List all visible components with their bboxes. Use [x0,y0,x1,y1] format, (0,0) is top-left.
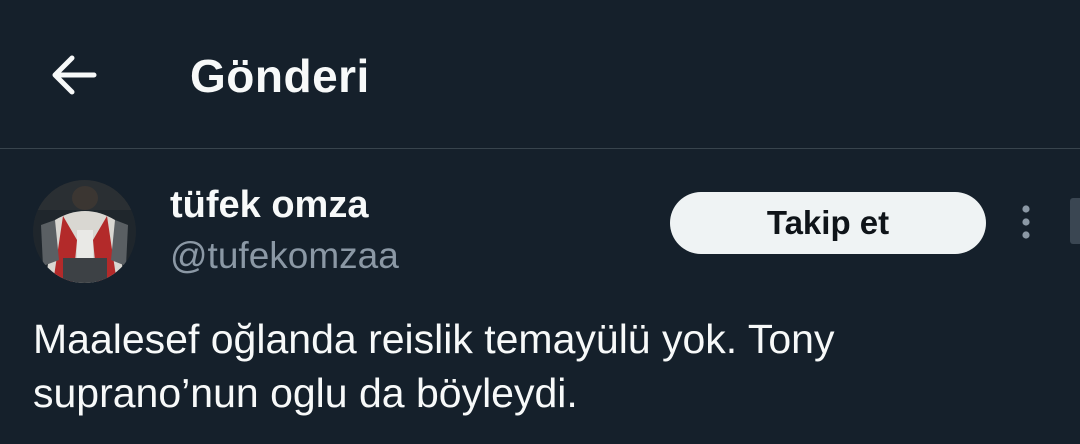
arrow-left-icon [52,55,97,95]
tweet-text: Maalesef oğlanda reislik temayülü yok. T… [33,316,835,416]
page-title: Gönderi [190,50,370,102]
profile-photo [33,180,136,283]
author-display-name[interactable]: tüfek omza [170,182,368,228]
author-handle[interactable]: @tufekomzaa [170,234,399,278]
follow-button[interactable]: Takip et [670,192,986,254]
more-options-button[interactable] [1008,200,1044,246]
back-button[interactable] [48,52,100,98]
more-vertical-icon [1022,205,1030,239]
top-app-bar: Gönderi [0,0,1080,149]
scrollbar-thumb[interactable] [1070,198,1080,244]
avatar[interactable] [33,180,136,283]
